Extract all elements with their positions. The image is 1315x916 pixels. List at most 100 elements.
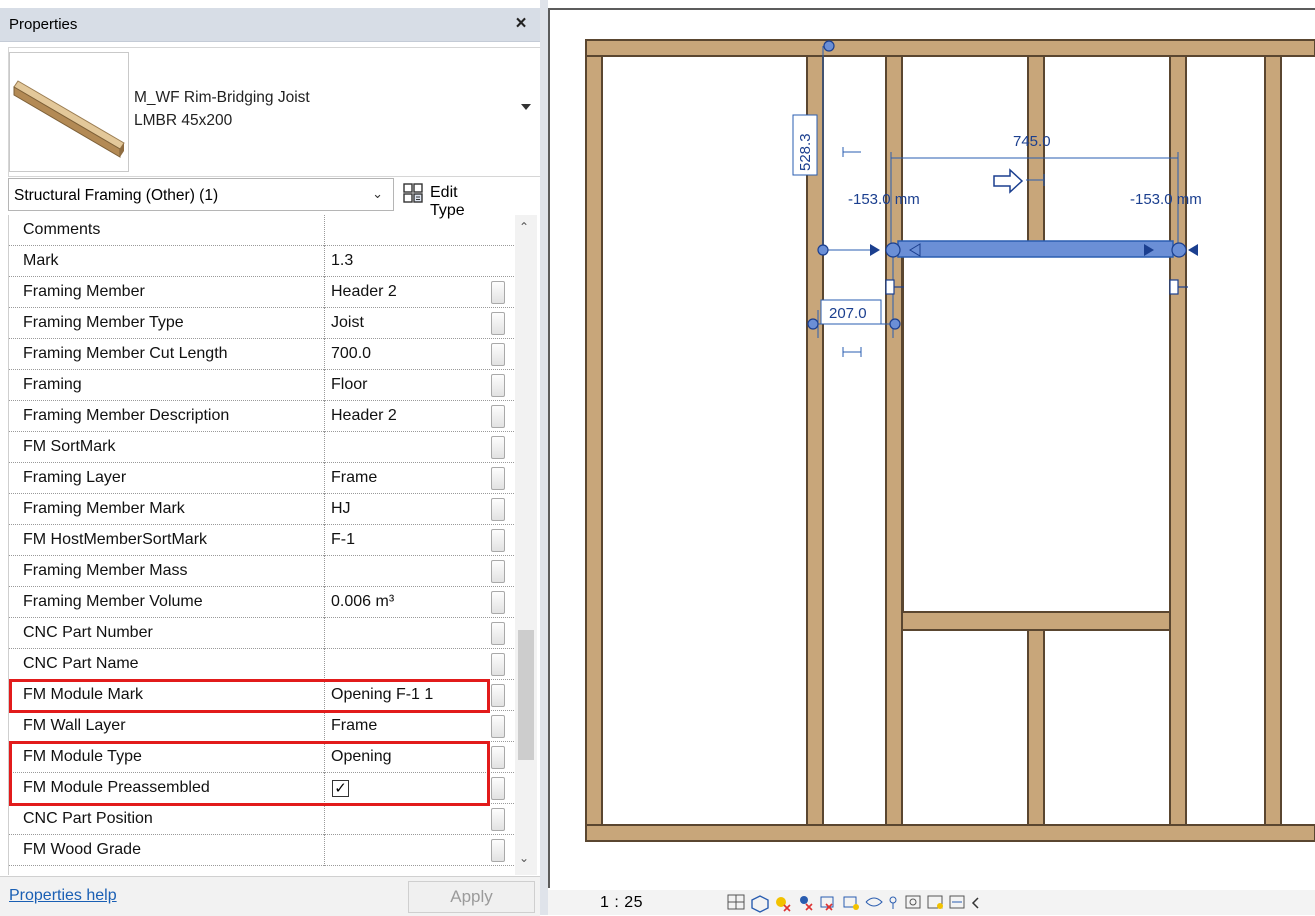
associate-parameter-button[interactable] [491, 777, 505, 800]
property-row[interactable]: Framing Member Header 2 [9, 277, 516, 308]
drawing-view[interactable]: 528.3 745.0 -153.0 mm -153.0 mm 207.0 [548, 0, 1315, 915]
associate-parameter-button[interactable] [491, 343, 505, 366]
property-row[interactable]: FM Wood Grade [9, 835, 516, 866]
property-row[interactable]: FM HostMemberSortMark F-1 [9, 525, 516, 556]
sill [901, 611, 1171, 631]
column-divider [324, 680, 325, 711]
property-row[interactable]: Framing Member Mark HJ [9, 494, 516, 525]
associate-parameter-button[interactable] [491, 467, 505, 490]
associate-parameter-button[interactable] [491, 374, 505, 397]
associate-parameter-button[interactable] [491, 281, 505, 304]
associate-parameter-button[interactable] [491, 498, 505, 521]
palette-footer: Properties help Apply [0, 876, 540, 916]
property-row[interactable]: CNC Part Name [9, 649, 516, 680]
property-row[interactable]: Framing Layer Frame [9, 463, 516, 494]
panel-splitter[interactable] [540, 0, 548, 915]
grip-handle [823, 40, 835, 52]
stud [1264, 55, 1282, 826]
associate-parameter-button[interactable] [491, 312, 505, 335]
property-row[interactable]: Framing Member Type Joist [9, 308, 516, 339]
associate-parameter-button[interactable] [491, 405, 505, 428]
property-value[interactable]: HJ [331, 500, 351, 518]
grip-handle [1171, 242, 1187, 258]
property-value[interactable]: Frame [331, 717, 377, 735]
property-value[interactable]: Opening [331, 748, 392, 766]
property-row[interactable]: FM Module Mark Opening F-1 1 [9, 680, 516, 711]
associate-parameter-button[interactable] [491, 808, 505, 831]
column-divider [324, 246, 325, 277]
jamb [902, 252, 904, 612]
property-value[interactable]: Header 2 [331, 283, 397, 301]
dim-offset-left-text: -153.0 mm [848, 191, 920, 208]
property-row[interactable]: Framing Member Volume 0.006 m³ [9, 587, 516, 618]
property-row[interactable]: Framing Member Cut Length 700.0 [9, 339, 516, 370]
crop-view-icon [820, 896, 834, 911]
property-value[interactable]: 700.0 [331, 345, 371, 363]
associate-parameter-button[interactable] [491, 436, 505, 459]
property-name: Framing Member Description [23, 407, 230, 424]
associate-parameter-button[interactable] [491, 839, 505, 862]
associate-parameter-button[interactable] [491, 684, 505, 707]
column-divider [324, 525, 325, 556]
chevron-down-icon[interactable] [521, 104, 531, 110]
property-name: CNC Part Position [23, 810, 153, 827]
associate-parameter-button[interactable] [491, 715, 505, 738]
cripple-stud [1027, 629, 1045, 826]
property-row[interactable]: FM Module Preassembled ✓ [9, 773, 516, 804]
property-row[interactable]: Framing Member Mass [9, 556, 516, 587]
close-icon[interactable]: × [510, 12, 532, 36]
property-row[interactable]: FM SortMark [9, 432, 516, 463]
apply-button[interactable]: Apply [408, 881, 535, 913]
associate-parameter-button[interactable] [491, 591, 505, 614]
property-name: Mark [23, 252, 59, 269]
property-value[interactable]: 1.3 [331, 252, 353, 270]
associate-parameter-button[interactable] [491, 653, 505, 676]
associate-parameter-button[interactable] [491, 529, 505, 552]
property-name: FM HostMemberSortMark [23, 531, 208, 548]
property-value[interactable]: Frame [331, 469, 377, 487]
analytical-model-icon [927, 895, 943, 909]
property-row[interactable]: FM Module Type Opening [9, 742, 516, 773]
associate-parameter-button[interactable] [491, 560, 505, 583]
column-divider [324, 215, 325, 246]
property-name: Framing Member Mass [23, 562, 188, 579]
temporary-hide-icon [865, 897, 883, 907]
property-row[interactable]: Framing Floor [9, 370, 516, 401]
property-value[interactable]: 0.006 m³ [331, 593, 394, 611]
property-row[interactable]: Comments [9, 215, 516, 246]
property-row[interactable]: CNC Part Number [9, 618, 516, 649]
view-scale[interactable]: 1 : 25 [600, 894, 643, 912]
property-value[interactable]: Joist [331, 314, 364, 332]
category-filter-dropdown[interactable]: Structural Framing (Other) (1) ⌄ [8, 178, 394, 211]
property-name: FM Module Preassembled [23, 779, 210, 796]
property-name: Framing [23, 376, 82, 393]
property-name: FM Wall Layer [23, 717, 126, 734]
property-row[interactable]: FM Wall Layer Frame [9, 711, 516, 742]
property-value[interactable]: Header 2 [331, 407, 397, 425]
column-divider [324, 370, 325, 401]
connector-icon [1169, 279, 1179, 295]
property-checkbox[interactable]: ✓ [332, 780, 349, 797]
scroll-thumb[interactable] [518, 630, 534, 760]
scroll-down-icon[interactable]: ⌄ [519, 851, 529, 865]
associate-parameter-button[interactable] [491, 746, 505, 769]
grip-handle [817, 244, 829, 256]
property-row[interactable]: Framing Member Description Header 2 [9, 401, 516, 432]
associate-parameter-button[interactable] [491, 622, 505, 645]
properties-help-link[interactable]: Properties help [9, 887, 117, 905]
column-divider [324, 308, 325, 339]
column-divider [324, 494, 325, 525]
view-border [548, 8, 550, 888]
property-name: CNC Part Name [23, 655, 139, 672]
palette-header: Properties × [0, 8, 540, 42]
property-value[interactable]: Floor [331, 376, 367, 394]
property-value[interactable]: F-1 [331, 531, 355, 549]
property-value[interactable]: Opening F-1 1 [331, 686, 433, 704]
king-stud [885, 55, 903, 826]
scroll-up-icon[interactable]: ⌃ [519, 220, 529, 234]
cripple-stud [1027, 55, 1045, 247]
property-row[interactable]: CNC Part Position [9, 804, 516, 835]
property-row[interactable]: Mark 1.3 [9, 246, 516, 277]
property-name: Framing Member Mark [23, 500, 185, 517]
properties-scrollbar[interactable]: ⌃ ⌄ [515, 215, 537, 875]
